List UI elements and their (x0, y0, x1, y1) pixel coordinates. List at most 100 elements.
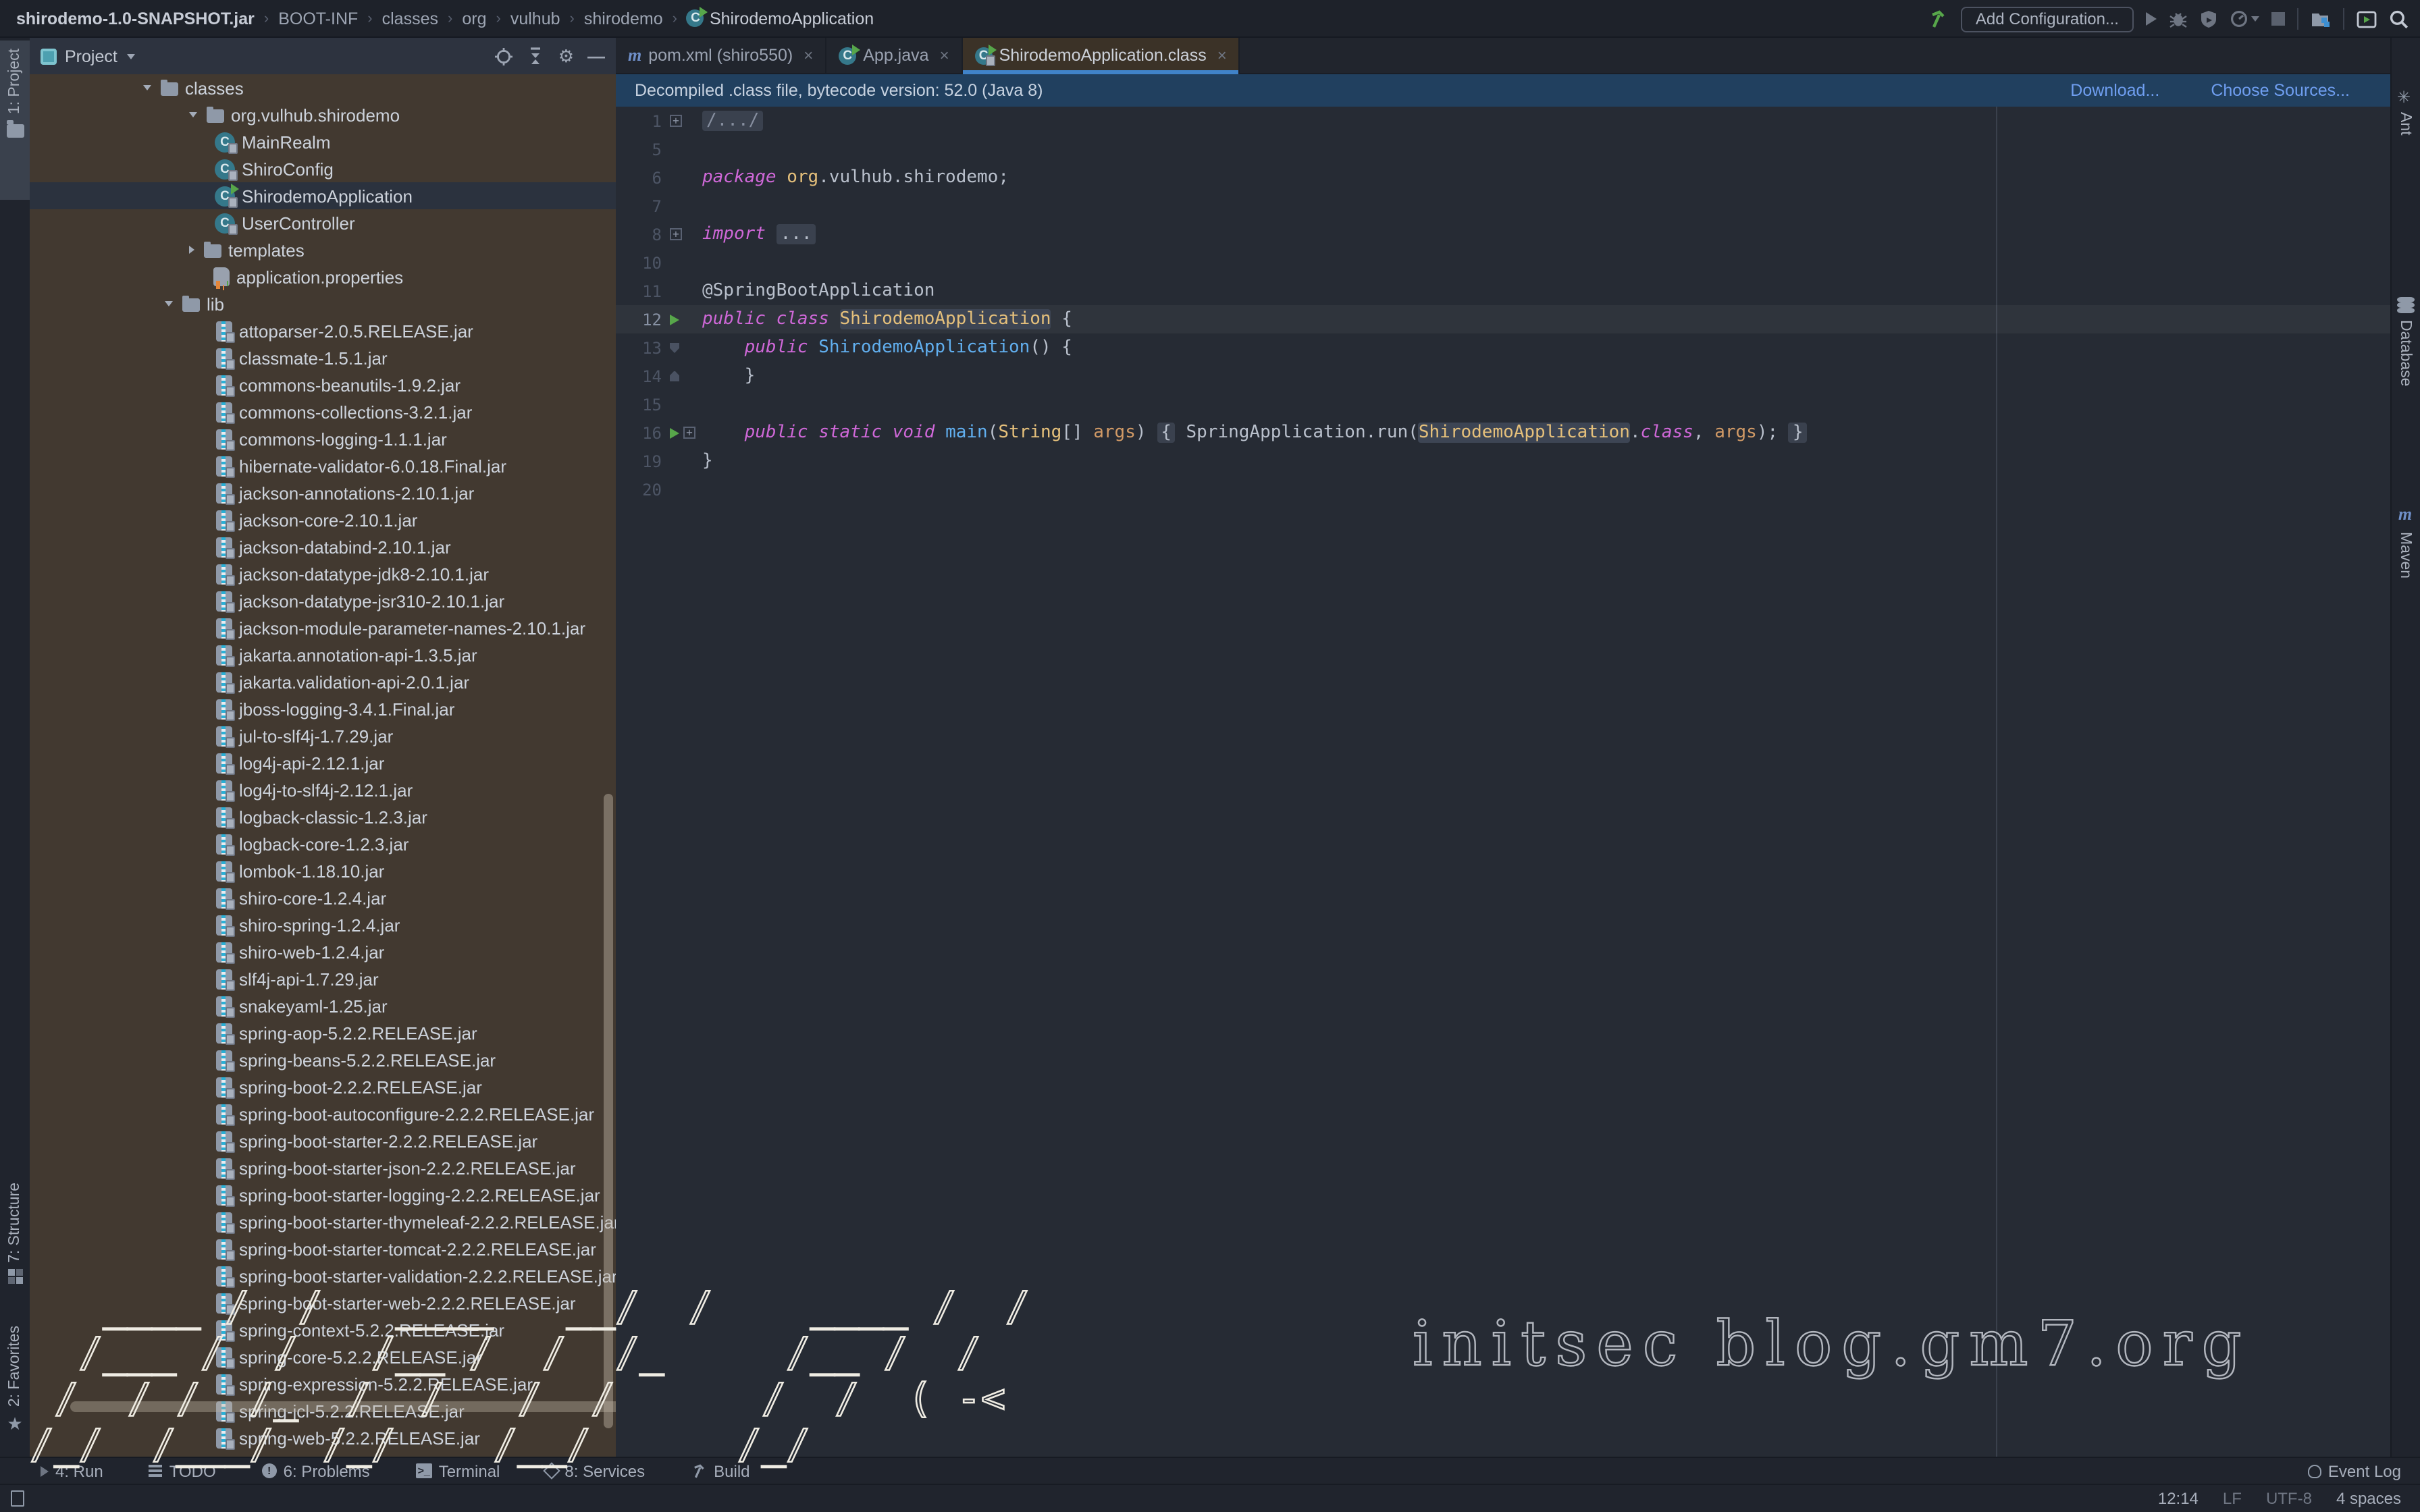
search-icon[interactable] (2389, 9, 2409, 29)
download-link[interactable]: Download... (2070, 81, 2159, 100)
tree-row[interactable]: snakeyaml-1.25.jar (30, 992, 616, 1019)
locate-target-icon[interactable] (495, 47, 514, 65)
tree-row[interactable]: jakarta.annotation-api-1.3.5.jar (30, 641, 616, 668)
stop-icon[interactable] (2271, 12, 2285, 26)
status-item[interactable]: 4 spaces (2336, 1489, 2401, 1508)
tree-row[interactable]: lib (30, 290, 616, 317)
project-panel-title[interactable]: Project (65, 47, 117, 65)
tree-row[interactable]: spring-boot-starter-logging-2.2.2.RELEAS… (30, 1181, 616, 1208)
close-icon[interactable]: × (940, 46, 949, 65)
sidebar-tab-maven[interactable]: m Maven (2390, 504, 2420, 578)
tree-row[interactable]: spring-boot-autoconfigure-2.2.2.RELEASE.… (30, 1100, 616, 1127)
tree-row[interactable]: logback-core-1.2.3.jar (30, 830, 616, 857)
editor-tab[interactable]: CApp.java× (826, 38, 962, 73)
tree-row[interactable]: jboss-logging-3.4.1.Final.jar (30, 695, 616, 722)
code-line[interactable]: 15 (616, 390, 2390, 418)
breadcrumb-item[interactable]: org (462, 9, 486, 28)
tree-row[interactable]: commons-logging-1.1.1.jar (30, 425, 616, 452)
code-line[interactable]: 14 } (616, 362, 2390, 390)
tree-row[interactable]: spring-boot-starter-thymeleaf-2.2.2.RELE… (30, 1208, 616, 1235)
code-editor[interactable]: 1+/.../56package org.vulhub.shirodemo;78… (616, 107, 2390, 1457)
tree-row[interactable]: logback-classic-1.2.3.jar (30, 803, 616, 830)
tree-row[interactable]: lombok-1.18.10.jar (30, 857, 616, 884)
tree-row[interactable]: slf4j-api-1.7.29.jar (30, 965, 616, 992)
tree-row[interactable]: application.properties (30, 263, 616, 290)
code-line[interactable]: 20 (616, 475, 2390, 504)
close-icon[interactable]: × (1217, 46, 1227, 65)
add-configuration-button[interactable]: Add Configuration... (1961, 6, 2134, 32)
event-log-button[interactable]: Event Log (2308, 1461, 2401, 1480)
tree-row[interactable]: classmate-1.5.1.jar (30, 344, 616, 371)
tree-row[interactable]: jakarta.validation-api-2.0.1.jar (30, 668, 616, 695)
tree-row[interactable]: commons-beanutils-1.9.2.jar (30, 371, 616, 398)
hide-panel-icon[interactable]: — (587, 46, 605, 66)
status-item[interactable]: 12:14 (2158, 1489, 2199, 1508)
tree-row[interactable]: spring-boot-2.2.2.RELEASE.jar (30, 1073, 616, 1100)
run-gutter-icon[interactable] (670, 314, 679, 325)
run-anything-icon[interactable] (2357, 10, 2377, 28)
breadcrumb-item[interactable]: shirodemo (584, 9, 663, 28)
choose-sources-link[interactable]: Choose Sources... (2211, 81, 2350, 100)
breadcrumb-item[interactable]: vulhub (510, 9, 560, 28)
chevron-down-icon[interactable] (189, 112, 197, 117)
fold-end-icon[interactable] (670, 371, 679, 381)
chevron-down-icon[interactable] (127, 53, 135, 59)
code-line[interactable]: 8+import ... (616, 220, 2390, 248)
tree-row[interactable]: spring-boot-starter-json-2.2.2.RELEASE.j… (30, 1154, 616, 1181)
fold-start-icon[interactable] (670, 342, 679, 353)
code-line[interactable]: 6package org.vulhub.shirodemo; (616, 163, 2390, 192)
tree-row[interactable]: attoparser-2.0.5.RELEASE.jar (30, 317, 616, 344)
tree-row[interactable]: jackson-databind-2.10.1.jar (30, 533, 616, 560)
breadcrumb-item[interactable]: BOOT-INF (278, 9, 358, 28)
tree-row[interactable]: hibernate-validator-6.0.18.Final.jar (30, 452, 616, 479)
chevron-right-icon[interactable] (189, 246, 194, 254)
fold-expand-icon[interactable]: + (670, 115, 682, 127)
editor-tab[interactable]: mpom.xml (shiro550)× (616, 38, 826, 73)
gear-icon[interactable]: ⚙ (558, 45, 574, 67)
tree-row[interactable]: shiro-web-1.2.4.jar (30, 938, 616, 965)
tree-row[interactable]: shiro-spring-1.2.4.jar (30, 911, 616, 938)
debug-bug-icon[interactable] (2169, 9, 2188, 28)
tree-row[interactable]: jackson-datatype-jsr310-2.10.1.jar (30, 587, 616, 614)
tree-row[interactable]: commons-collections-3.2.1.jar (30, 398, 616, 425)
tree-row[interactable]: classes (30, 74, 616, 101)
code-line[interactable]: 1+/.../ (616, 107, 2390, 135)
sidebar-tab-ant[interactable]: Ant (2390, 89, 2420, 136)
chevron-down-icon[interactable] (143, 85, 151, 90)
tree-row[interactable]: templates (30, 236, 616, 263)
collapse-all-icon[interactable] (527, 47, 545, 65)
code-line[interactable]: 7 (616, 192, 2390, 220)
tree-row[interactable]: log4j-api-2.12.1.jar (30, 749, 616, 776)
profiler-icon[interactable] (2230, 9, 2259, 28)
run-icon[interactable] (2146, 12, 2157, 26)
breadcrumb-item[interactable]: shirodemo-1.0-SNAPSHOT.jar (16, 9, 255, 28)
tree-row[interactable]: log4j-to-slf4j-2.12.1.jar (30, 776, 616, 803)
tree-row[interactable]: shiro-core-1.2.4.jar (30, 884, 616, 911)
breadcrumb-item[interactable]: classes (382, 9, 438, 28)
close-icon[interactable]: × (804, 46, 813, 65)
tree-row[interactable]: CMainRealm (30, 128, 616, 155)
build-hammer-icon[interactable] (1928, 9, 1949, 29)
run-gutter-icon[interactable] (670, 427, 679, 438)
tree-row[interactable]: spring-beans-5.2.2.RELEASE.jar (30, 1046, 616, 1073)
code-line[interactable]: 11@SpringBootApplication (616, 277, 2390, 305)
tree-row[interactable]: CUserController (30, 209, 616, 236)
chevron-down-icon[interactable] (165, 301, 173, 306)
tree-row[interactable]: jackson-datatype-jdk8-2.10.1.jar (30, 560, 616, 587)
code-line[interactable]: 16+ public static void main(String[] arg… (616, 418, 2390, 447)
coverage-shield-icon[interactable] (2200, 9, 2217, 28)
tree-row[interactable]: jackson-core-2.10.1.jar (30, 506, 616, 533)
sidebar-tab-database[interactable]: Database (2390, 297, 2420, 386)
tree-row[interactable]: spring-boot-starter-tomcat-2.2.2.RELEASE… (30, 1235, 616, 1262)
tree-row[interactable]: spring-boot-starter-2.2.2.RELEASE.jar (30, 1127, 616, 1154)
fold-expand-icon[interactable]: + (670, 228, 682, 240)
tree-row[interactable]: CShiroConfig (30, 155, 616, 182)
tree-row[interactable]: jackson-annotations-2.10.1.jar (30, 479, 616, 506)
code-line[interactable]: 19} (616, 447, 2390, 475)
tree-row[interactable]: jul-to-slf4j-1.7.29.jar (30, 722, 616, 749)
code-line[interactable]: 5 (616, 135, 2390, 163)
tree-row[interactable]: org.vulhub.shirodemo (30, 101, 616, 128)
fold-expand-icon[interactable]: + (683, 427, 695, 439)
status-item[interactable]: LF (2223, 1489, 2242, 1508)
code-line[interactable]: 10 (616, 248, 2390, 277)
